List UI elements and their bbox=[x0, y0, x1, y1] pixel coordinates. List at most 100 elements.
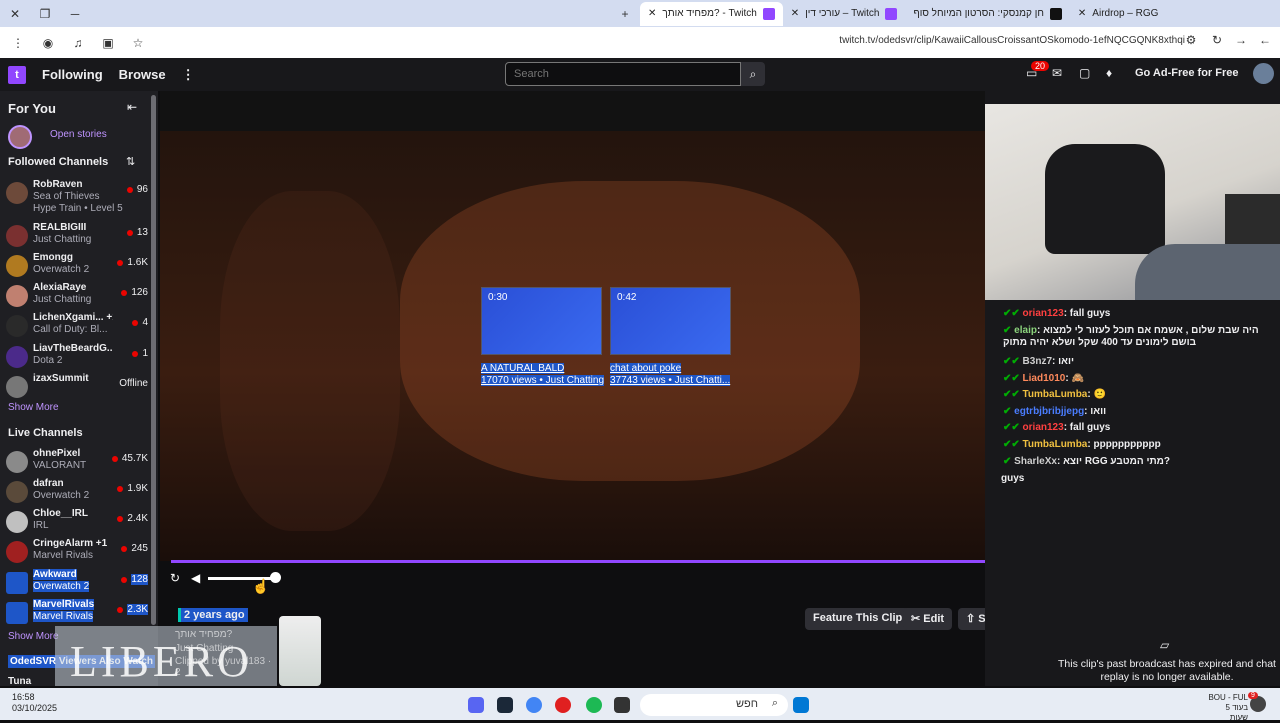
twitch-top-nav: t Following Browse ⋮ ⌕ ▭ 20 ✉ ▢ ♦ Go Ad-… bbox=[0, 58, 1280, 91]
go-ad-free-button[interactable]: Go Ad-Free for Free bbox=[1135, 67, 1239, 79]
volume-icon[interactable]: ◀ bbox=[191, 571, 200, 585]
chat-message: ✔✔ TumbaLumba: ppppppppppp bbox=[1003, 439, 1161, 450]
tray-label: BOU - FUL bbox=[1208, 693, 1248, 702]
followed-channel[interactable]: RobRaven Sea of Thieves 96 Hype Train • … bbox=[6, 179, 148, 214]
windows-start-icon[interactable] bbox=[793, 697, 809, 713]
tune-icon[interactable]: ⚙ bbox=[1181, 33, 1201, 47]
clock-date: 03/10/2025 bbox=[12, 703, 58, 713]
open-stories-link[interactable]: Open stories bbox=[50, 129, 107, 140]
spotify-icon[interactable] bbox=[586, 697, 602, 713]
collapse-sidebar-icon[interactable]: ⇤ bbox=[127, 100, 137, 114]
clip-title[interactable]: A NATURAL BALD bbox=[481, 363, 605, 375]
stories-avatar[interactable] bbox=[8, 125, 32, 149]
live-channel[interactable]: Chloe__IRL IRL 2.4K bbox=[6, 508, 148, 538]
clip-meta: 17070 views • Just Chatting bbox=[481, 375, 605, 386]
clip-thumbnail[interactable]: 0:42 bbox=[610, 287, 731, 355]
sort-icon[interactable]: ⇅ bbox=[126, 155, 135, 168]
clip-duration: 0:30 bbox=[488, 292, 508, 303]
leg-shape bbox=[1135, 244, 1280, 300]
followed-channel[interactable]: LiavTheBeardG... Dota 2 1 bbox=[6, 343, 148, 373]
tab-lawyers[interactable]: ✕ עורכי דין – Twitch bbox=[783, 2, 906, 26]
prime-crown-icon[interactable]: ♦ bbox=[1106, 66, 1112, 80]
video-frame bbox=[160, 91, 1053, 561]
live-channel[interactable]: MarvelRivals Marvel Rivals 2.3K bbox=[6, 599, 148, 629]
followed-channel[interactable]: izaxSummit Offline bbox=[6, 373, 148, 403]
steam-icon[interactable] bbox=[497, 697, 513, 713]
channel-name: dafran bbox=[33, 478, 64, 489]
avatar[interactable] bbox=[1253, 63, 1274, 84]
seek-bar[interactable] bbox=[171, 560, 1043, 563]
avatar bbox=[6, 511, 28, 533]
app-icon[interactable] bbox=[555, 697, 571, 713]
live-channel[interactable]: Awkward Overwatch 2 128 bbox=[6, 569, 148, 599]
channel-game: Overwatch 2 bbox=[33, 490, 90, 501]
search-icon[interactable]: ⌕ bbox=[741, 62, 765, 86]
puzzle-icon[interactable]: ▣ bbox=[98, 36, 118, 50]
nav-following[interactable]: Following bbox=[42, 67, 103, 82]
overlay-clip-game: Just Chatting bbox=[175, 643, 234, 654]
twitch-tab-icon bbox=[762, 7, 775, 20]
restore-window-icon[interactable]: ❐ bbox=[30, 7, 60, 21]
chat-message: ✔✔ B3nz7: יואו bbox=[1003, 356, 1074, 367]
tab-video[interactable]: חן קמנסקי: הסרטון המיוחל סוף bbox=[905, 2, 1069, 26]
clip-title[interactable]: chat about poke bbox=[610, 363, 734, 375]
app-icon[interactable] bbox=[614, 697, 630, 713]
mouse-cursor-icon: ☝ bbox=[252, 578, 270, 594]
followed-channel[interactable]: REALBIGIII Just Chatting 13 bbox=[6, 222, 148, 252]
live-channel[interactable]: dafran Overwatch 2 1.9K bbox=[6, 478, 148, 508]
recommended-clip[interactable]: 0:30 A NATURAL BALD 17070 views • Just C… bbox=[481, 287, 605, 387]
volume-knob[interactable] bbox=[270, 572, 281, 583]
recommended-clip[interactable]: 0:42 chat about poke 37743 views • Just … bbox=[610, 287, 734, 387]
extension-icon[interactable]: ◉ bbox=[38, 36, 58, 50]
forward-icon[interactable]: → bbox=[1231, 33, 1251, 47]
nav-browse[interactable]: Browse bbox=[119, 67, 166, 82]
channel-name[interactable]: Tuna bbox=[8, 676, 31, 686]
channel-name: izaxSummit bbox=[33, 373, 89, 384]
twitch-logo-icon[interactable]: t bbox=[8, 65, 26, 84]
show-more-live[interactable]: Show More bbox=[8, 631, 59, 642]
search-input[interactable] bbox=[505, 62, 741, 86]
channel-name: LichenXgami... +1 bbox=[33, 312, 113, 323]
sidebar-scrollbar[interactable] bbox=[151, 95, 156, 625]
close-tab-icon[interactable]: ✕ bbox=[1078, 8, 1086, 19]
edit-button[interactable]: ✂ Edit bbox=[903, 608, 953, 630]
tab-current[interactable]: ✕ מפחיד אותך? - Twitch bbox=[640, 1, 783, 26]
whispers-icon[interactable]: ▢ bbox=[1079, 66, 1090, 80]
close-window-icon[interactable]: ✕ bbox=[0, 7, 30, 21]
sidebar: For You ⇤ Open stories Followed Channels… bbox=[0, 91, 158, 686]
menu-dots-icon[interactable]: ⋮ bbox=[8, 36, 28, 50]
chrome-icon[interactable] bbox=[526, 697, 542, 713]
music-icon[interactable]: ♫ bbox=[68, 36, 88, 50]
followed-channel[interactable]: AlexiaRaye Just Chatting 126 bbox=[6, 282, 148, 312]
new-tab-icon[interactable]: + bbox=[610, 7, 640, 21]
channel-name: Chloe__IRL bbox=[33, 508, 89, 519]
back-icon[interactable]: ← bbox=[1255, 33, 1275, 47]
feature-clip-button[interactable]: Feature This Clip bbox=[805, 608, 911, 630]
inbox-icon[interactable]: ✉ bbox=[1052, 66, 1062, 80]
live-channel[interactable]: ohnePixel VALORANT 45.7K bbox=[6, 448, 148, 478]
search-icon: ⌕ bbox=[771, 697, 778, 709]
taskbar-search[interactable]: חפש ⌕ bbox=[640, 694, 788, 716]
live-channel[interactable]: CringeAlarm +1 Marvel Rivals 245 bbox=[6, 538, 148, 568]
tab-airdrop[interactable]: ✕ Airdrop – RGG bbox=[1070, 2, 1167, 26]
url-field[interactable]: twitch.tv/odedsvr/clip/KawaiiCallousCroi… bbox=[600, 35, 1185, 46]
clip-thumbnail[interactable]: 0:30 bbox=[481, 287, 602, 355]
overlay-clip-title: מפחיד אותך? bbox=[175, 629, 233, 640]
hype-train-label: Hype Train • Level 5 bbox=[33, 203, 123, 214]
close-tab-icon[interactable]: ✕ bbox=[648, 8, 656, 19]
show-more-followed[interactable]: Show More bbox=[8, 402, 59, 413]
more-dots-icon[interactable]: ⋮ bbox=[182, 67, 195, 83]
video-player[interactable]: 0:30 A NATURAL BALD 17070 views • Just C… bbox=[160, 91, 1053, 561]
close-tab-icon[interactable]: ✕ bbox=[791, 8, 799, 19]
bookmark-star-icon[interactable]: ☆ bbox=[128, 36, 148, 50]
channel-game: Just Chatting bbox=[33, 294, 92, 305]
replay-icon[interactable]: ↻ bbox=[170, 571, 180, 585]
minimize-window-icon[interactable]: ─ bbox=[60, 7, 90, 21]
viewer-count: 4 bbox=[132, 317, 148, 328]
discord-icon[interactable] bbox=[468, 697, 484, 713]
reload-icon[interactable]: ↻ bbox=[1207, 33, 1227, 47]
followed-channel[interactable]: LichenXgami... +1 Call of Duty: Bl... 4 bbox=[6, 312, 148, 342]
followed-channel[interactable]: Emongg Overwatch 2 1.6K bbox=[6, 252, 148, 282]
chat-message: ✔ elaip: ‏היה שבת שלום , אשמח אם תוכל לע… bbox=[1003, 325, 1259, 348]
chat-message: ✔ egtrbjbribjjepg: וואו bbox=[1003, 406, 1107, 417]
